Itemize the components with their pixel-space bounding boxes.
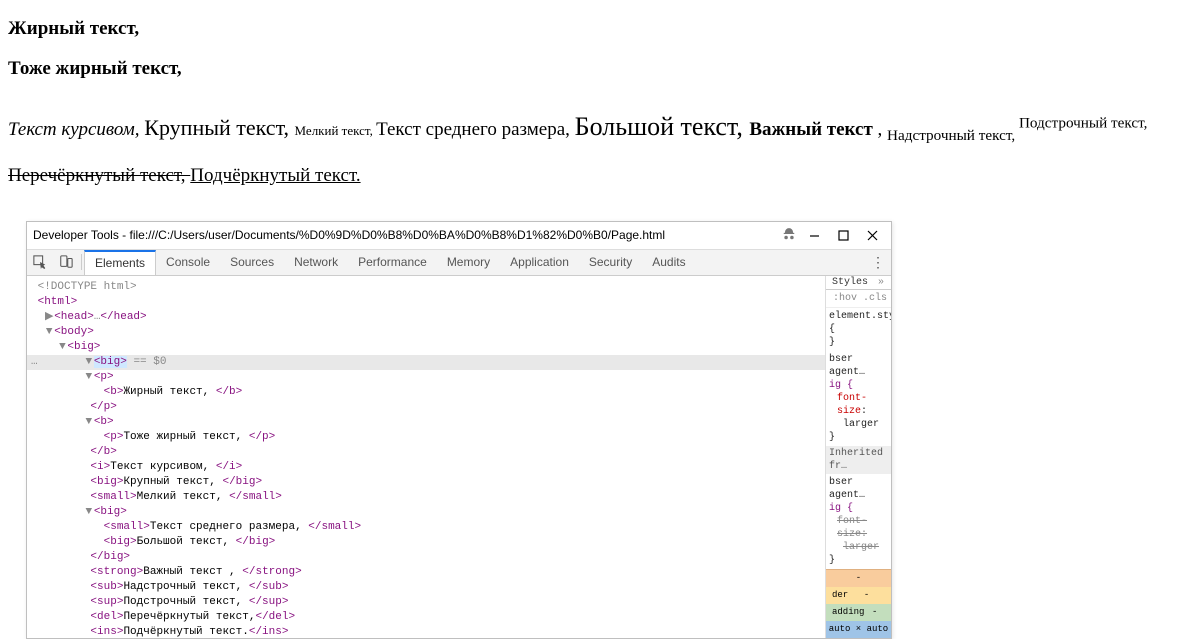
text-row: Текст курсивом, Крупный текст, Мелкий те… [8,98,1192,197]
divider [81,254,82,270]
bold-text-2: Тоже жирный текст, [8,58,1192,80]
devtools-titlebar[interactable]: Developer Tools - file:///C:/Users/user/… [27,222,891,250]
styles-tab[interactable]: Styles [826,276,874,289]
tab-elements[interactable]: Elements [84,250,156,275]
more-icon[interactable]: ⋮ [865,254,891,271]
devtools-toolbar: ElementsConsoleSourcesNetworkPerformance… [27,250,891,276]
devtools-window: Developer Tools - file:///C:/Users/user/… [26,221,892,639]
del-text: Перечёркнутый текст, [8,165,190,186]
tab-audits[interactable]: Audits [642,250,695,275]
element-style-label: element.style { [829,310,888,336]
close-brace: } [829,431,888,444]
strong-text: Важный текст [749,119,877,140]
rendered-page: Жирный текст, Тоже жирный текст, Текст к… [8,18,1192,197]
incognito-icon [770,227,808,244]
box-content: auto × auto [826,621,891,638]
css-rule-2[interactable]: bser agent… ig { font-size: larger } [826,474,891,569]
tab-sources[interactable]: Sources [220,250,284,275]
sup-text: Подстрочный текст, [1019,115,1148,132]
dom-tree[interactable]: <!DOCTYPE html> <html> ▶<head>…</head> ▼… [27,276,825,638]
tab-security[interactable]: Security [579,250,642,275]
bigger-text: Большой текст, [575,112,750,141]
rule1-selector-line1: bser agent… [829,354,865,378]
box-border-label: der [832,589,848,602]
bold-text-1: Жирный текст, [8,18,139,39]
rule1-val: larger [843,419,879,430]
close-brace: } [829,336,888,349]
cls-toggle[interactable]: .cls [863,292,887,305]
box-padding-label: adding [832,606,864,619]
rule1-selector-line2: ig { [829,380,853,391]
rule1-prop: font-size [837,393,867,417]
inspect-icon[interactable] [27,255,53,269]
big-text: Крупный текст, [144,115,294,140]
inherited-label: Inherited fr… [826,446,891,474]
small-text: Мелкий текст, [295,123,377,138]
rule2-selector-line2: ig { [829,503,853,514]
chevron-right-icon[interactable]: » [874,276,888,289]
styles-pane: Styles » :hov .cls element.style { } bse… [825,276,891,638]
tab-network[interactable]: Network [284,250,348,275]
tab-console[interactable]: Console [156,250,220,275]
devtools-title: Developer Tools - file:///C:/Users/user/… [33,228,770,242]
ins-text: Подчёркнутый текст. [190,165,360,186]
sub-text: Надстрочный текст, [887,127,1019,144]
box-model[interactable]: - der- adding- auto × auto - [826,569,891,638]
element-style-rule[interactable]: element.style { } [826,308,891,351]
italic-text: Текст курсивом, [8,119,144,140]
css-rule-1[interactable]: bser agent… ig { font-size: larger } [826,351,891,446]
mid-text: Текст среднего размера, [376,119,575,140]
tab-application[interactable]: Application [500,250,579,275]
comma: , [878,119,888,140]
close-button[interactable] [866,229,879,242]
tab-memory[interactable]: Memory [437,250,500,275]
rule2-val: larger [843,542,879,553]
tab-performance[interactable]: Performance [348,250,437,275]
minimize-button[interactable] [808,229,821,242]
maximize-button[interactable] [837,229,850,242]
rule2-selector-line1: bser agent… [829,477,865,501]
hov-toggle[interactable]: :hov [833,292,857,305]
device-icon[interactable] [53,255,79,269]
close-brace: } [829,554,888,567]
